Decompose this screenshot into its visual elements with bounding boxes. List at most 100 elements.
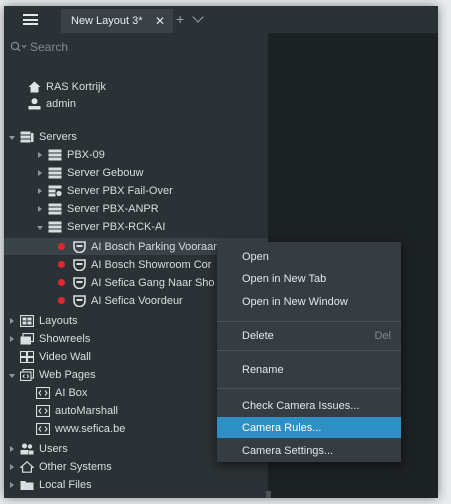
camera-icon (73, 240, 86, 253)
menu-separator (217, 350, 401, 351)
site-header[interactable]: RAS Kortrijk (4, 78, 292, 95)
tab-new-layout-3[interactable]: New Layout 3* ✕ (61, 9, 173, 33)
tree-item-label: Servers (39, 130, 77, 143)
expand-arrow-icon[interactable] (37, 151, 42, 158)
menu-item-open-new-tab[interactable]: Open in New Tab (217, 268, 401, 289)
expand-arrow-icon[interactable] (8, 135, 15, 140)
tree-item-label: Local Files (39, 478, 92, 491)
tree-item-label: Layouts (39, 314, 78, 327)
tree-item-label: Server PBX Fail-Over (67, 184, 173, 197)
expand-arrow-icon[interactable] (8, 373, 15, 378)
video-wall-icon (20, 350, 34, 363)
tree-item-server[interactable]: Server Gebouw (4, 164, 300, 181)
camera-icon (73, 276, 86, 289)
web-page-icon (36, 386, 50, 399)
menu-item-delete[interactable]: Delete Del (217, 325, 401, 346)
tree-item-label: www.sefica.be (55, 422, 126, 435)
tab-title: New Layout 3* (71, 15, 143, 27)
web-page-icon (36, 404, 50, 417)
tab-close-icon[interactable]: ✕ (155, 14, 165, 28)
web-pages-icon (20, 368, 34, 381)
expand-arrow-icon[interactable] (9, 481, 14, 488)
splitter-handle[interactable] (266, 491, 271, 498)
tree-item-server[interactable]: Server PBX-RCK-AI (4, 218, 300, 235)
context-menu: Open Open in New Tab Open in New Window … (217, 242, 401, 462)
menu-item-open-new-window[interactable]: Open in New Window (217, 291, 401, 312)
camera-icon (73, 294, 86, 307)
chevron-down-icon[interactable] (192, 11, 204, 23)
tree-item-local-files[interactable]: Local Files (4, 476, 272, 493)
expand-arrow-icon[interactable] (9, 445, 14, 452)
hamburger-icon (23, 14, 38, 25)
tree-item-label: Web Pages (39, 368, 96, 381)
recording-status-dot (58, 261, 65, 268)
tree-item-server[interactable]: PBX-09 (4, 146, 300, 163)
expand-arrow-icon[interactable] (9, 317, 14, 324)
menu-item-label: Open in New Tab (242, 272, 327, 285)
tree-item-server[interactable]: Server PBX-ANPR (4, 200, 300, 217)
folder-icon (20, 480, 34, 490)
menu-item-camera-rules[interactable]: Camera Rules... (217, 417, 401, 438)
expand-arrow-icon[interactable] (37, 205, 42, 212)
server-icon (48, 167, 62, 178)
tree-item-label: AI Bosch Showroom Cor (91, 258, 212, 271)
tree-item-label: AI Sefica Gang Naar Sho (91, 276, 215, 289)
expand-arrow-icon[interactable] (37, 187, 42, 194)
tree-item-label: Users (39, 442, 68, 455)
tree-item-servers[interactable]: Servers (4, 128, 272, 145)
recording-status-dot (58, 297, 65, 304)
web-page-icon (36, 422, 50, 435)
server-failover-icon (48, 185, 62, 196)
add-tab-button[interactable]: + (176, 11, 184, 27)
menu-item-label: Open in New Window (242, 295, 348, 308)
layouts-icon (20, 314, 34, 327)
menu-item-check-camera-issues[interactable]: Check Camera Issues... (217, 395, 401, 416)
users-icon (20, 443, 34, 454)
user-icon (28, 97, 41, 109)
tree-item-server[interactable]: Server PBX Fail-Over (4, 182, 300, 199)
menu-item-label: Camera Settings... (242, 444, 334, 457)
home-icon (28, 81, 41, 92)
current-user[interactable]: admin (4, 95, 292, 112)
shortcut-label: Del (374, 329, 391, 342)
tree-item-label: Showreels (39, 332, 91, 345)
search-field[interactable]: Search (10, 39, 68, 55)
server-icon (48, 203, 62, 214)
tree-item-label: Server PBX-RCK-AI (67, 220, 166, 233)
menu-item-label: Check Camera Issues... (242, 399, 360, 412)
menu-separator (217, 388, 401, 389)
site-name: RAS Kortrijk (46, 80, 106, 93)
menu-item-label: Rename (242, 363, 284, 376)
tree-item-label: Server Gebouw (67, 166, 144, 179)
server-icon (48, 221, 62, 232)
menu-item-label: Camera Rules... (242, 421, 322, 434)
tree-item-label: Video Wall (39, 350, 91, 363)
expand-arrow-icon[interactable] (36, 225, 43, 230)
menu-item-label: Open (242, 250, 269, 263)
menu-item-camera-settings[interactable]: Camera Settings... (217, 440, 401, 461)
user-name: admin (46, 97, 76, 110)
expand-arrow-icon[interactable] (37, 169, 42, 176)
search-icon (10, 41, 27, 52)
tree-item-label: PBX-09 (67, 148, 105, 161)
tree-item-label: autoMarshall (55, 404, 118, 417)
server-icon (48, 149, 62, 160)
top-bar: New Layout 3* ✕ + (4, 6, 438, 33)
tree-item-label: AI Sefica Voordeur (91, 294, 183, 307)
expand-arrow-icon[interactable] (9, 463, 14, 470)
main-menu-button[interactable] (4, 6, 57, 33)
recording-status-dot (58, 279, 65, 286)
tree-item-label: AI Bosch Parking Vooraan (91, 240, 220, 253)
servers-icon (20, 131, 34, 142)
tree-item-label: AI Box (55, 386, 88, 399)
search-placeholder: Search (30, 40, 69, 54)
tree-item-label: Other Systems (39, 460, 112, 473)
recording-status-dot (58, 243, 65, 250)
showreels-icon (20, 332, 34, 344)
camera-icon (73, 258, 86, 271)
menu-separator (217, 321, 401, 322)
menu-item-label: Delete (242, 329, 274, 342)
menu-item-rename[interactable]: Rename (217, 359, 401, 380)
expand-arrow-icon[interactable] (9, 335, 14, 342)
menu-item-open[interactable]: Open (217, 246, 401, 267)
